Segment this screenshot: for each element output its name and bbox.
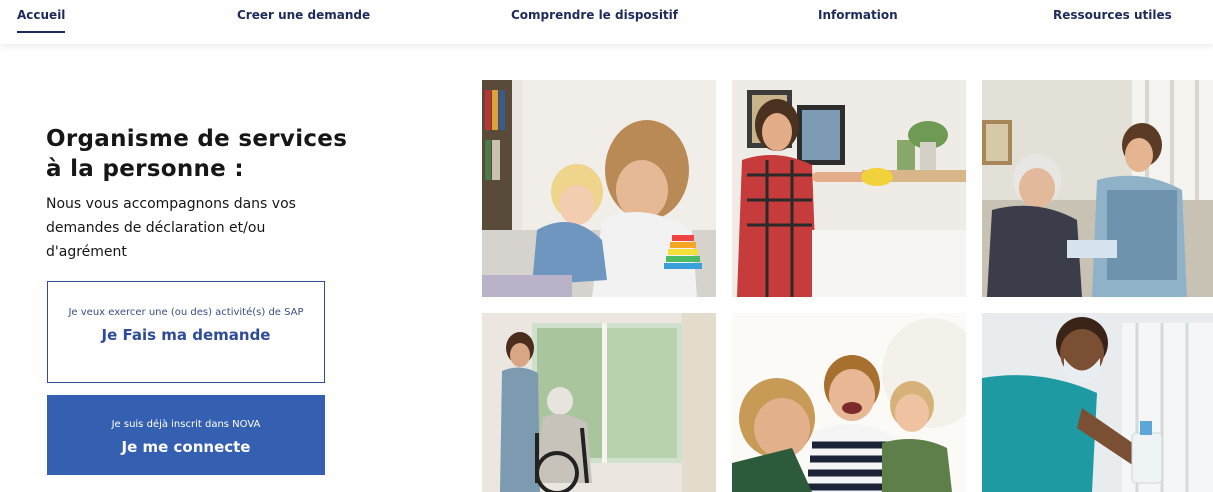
make-request-label: Je Fais ma demande [101,326,271,344]
caregiver-elderly-photo [982,80,1213,297]
nav-item-information[interactable]: Information [818,0,898,31]
caregiver-wheelchair-photo [482,313,716,492]
family-laughing-photo [732,313,966,492]
make-request-caption: Je veux exercer une (ou des) activité(s)… [68,307,304,318]
login-button[interactable]: Je suis déjà inscrit dans NOVA Je me con… [47,395,325,475]
hero-title-line-1: Organisme de services [46,126,348,152]
make-request-button[interactable]: Je veux exercer une (ou des) activité(s)… [47,281,325,383]
login-label: Je me connecte [121,438,251,456]
woman-cleaning-photo [732,80,966,297]
nav-item-comprendre-le-dispositif[interactable]: Comprendre le dispositif [511,0,678,31]
nav-item-ressources-utiles[interactable]: Ressources utiles [1053,0,1172,31]
hero-title-line-2: à la personne : [46,156,244,182]
mother-child-drawing-photo [482,80,716,297]
hero-title: Organisme de services à la personne : [46,124,376,184]
masked-worker-cleaning-photo [982,313,1213,492]
top-navigation: Accueil Creer une demande Comprendre le … [0,0,1213,44]
login-caption: Je suis déjà inscrit dans NOVA [111,419,261,430]
nav-item-accueil[interactable]: Accueil [17,0,66,33]
nav-item-creer-une-demande[interactable]: Creer une demande [237,0,370,31]
hero-subtitle: Nous vous accompagnons dans vos demandes… [46,196,296,260]
